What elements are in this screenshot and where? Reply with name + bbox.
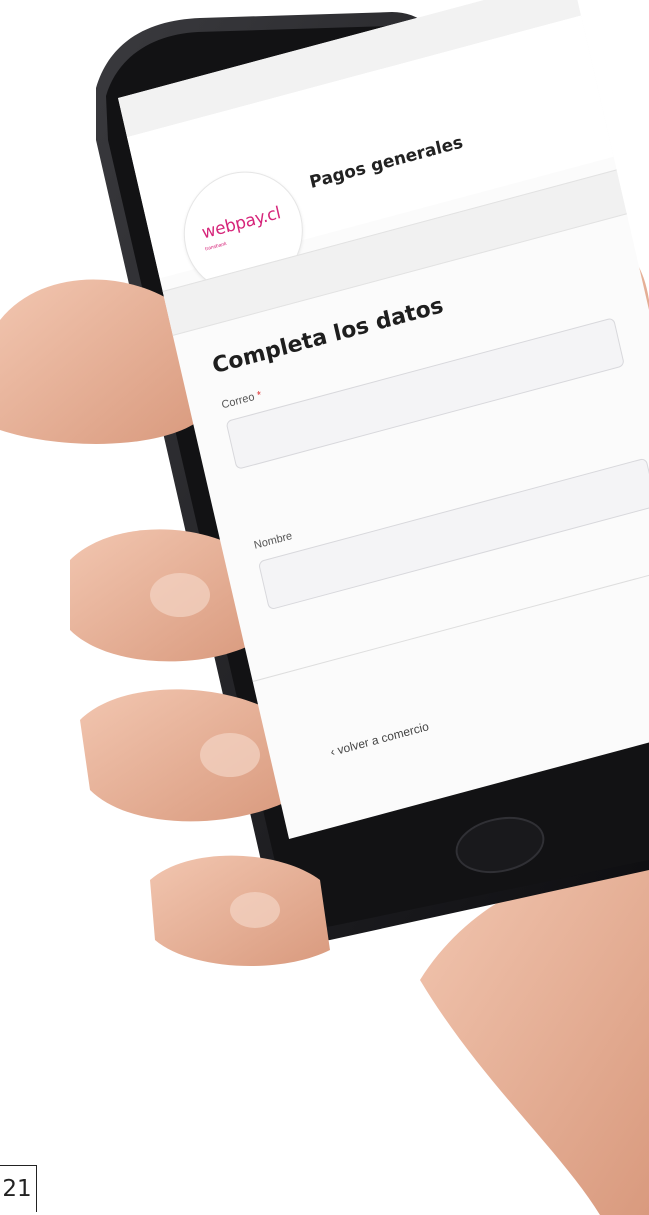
page-number: 21 (0, 1165, 37, 1212)
email-label: Correo * (220, 389, 262, 411)
merchant-title: Pagos generales (307, 132, 465, 193)
name-label: Nombre (252, 530, 294, 552)
webpay-logo-text: webpay.cl (200, 203, 283, 244)
email-label-text: Correo (220, 391, 256, 412)
required-mark: * (255, 389, 263, 402)
name-field[interactable] (257, 457, 649, 611)
back-link-label: volver a comercio (336, 719, 431, 758)
webpay-logo-subtext: transbank (204, 240, 228, 253)
back-to-merchant-link[interactable]: ‹ volver a comercio (329, 719, 430, 759)
hand-palm (420, 860, 649, 1215)
